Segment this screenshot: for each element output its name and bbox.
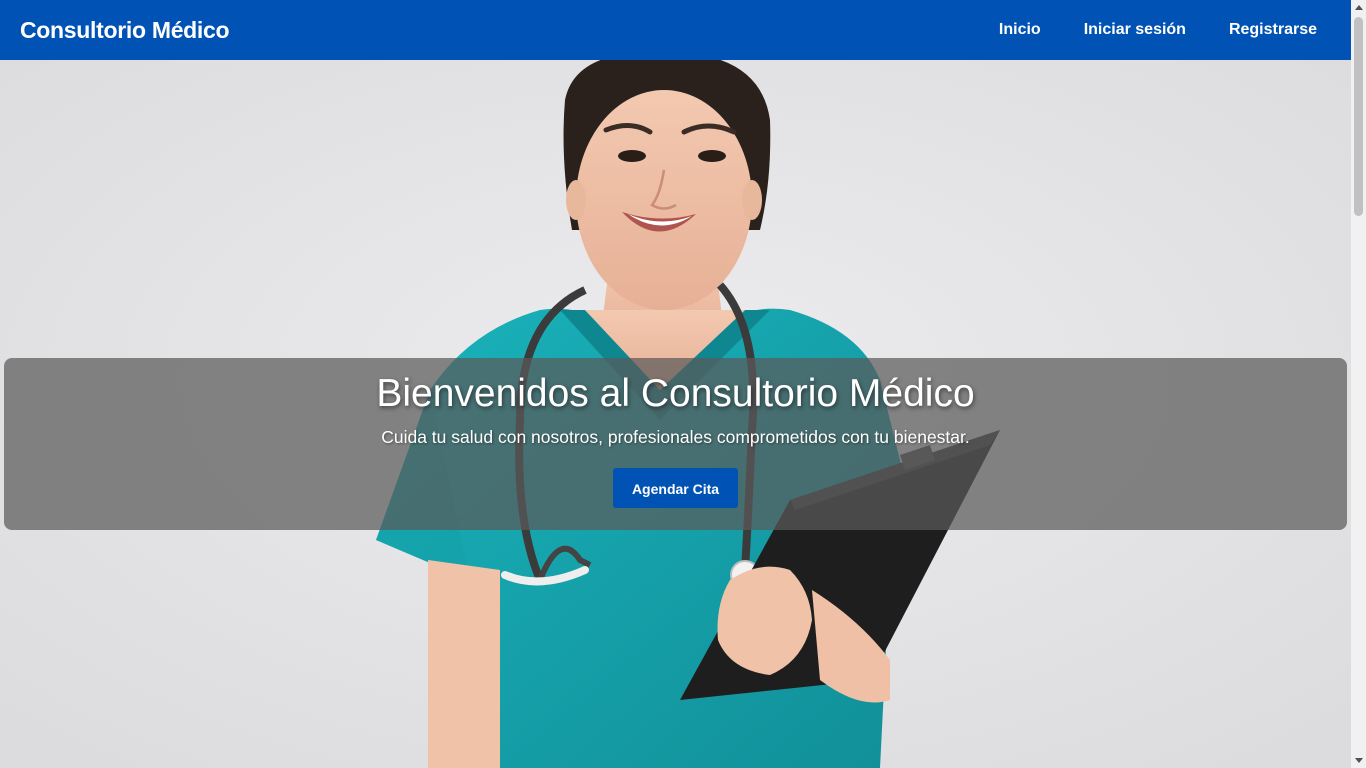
- agendar-cita-button[interactable]: Agendar Cita: [613, 468, 738, 508]
- page: Consultorio Médico Inicio Iniciar sesión…: [0, 0, 1366, 768]
- hero-overlay-band: Bienvenidos al Consultorio Médico Cuida …: [4, 358, 1347, 530]
- nav-link-iniciar-sesion[interactable]: Iniciar sesión: [1084, 21, 1186, 39]
- vertical-scrollbar[interactable]: [1351, 0, 1366, 768]
- brand-logo-text[interactable]: Consultorio Médico: [20, 17, 230, 44]
- nav-link-inicio[interactable]: Inicio: [999, 21, 1041, 39]
- nav-links: Inicio Iniciar sesión Registrarse: [956, 21, 1317, 39]
- hero-subtitle: Cuida tu salud con nosotros, profesional…: [381, 427, 970, 447]
- hero-title: Bienvenidos al Consultorio Médico: [376, 372, 975, 415]
- navbar: Consultorio Médico Inicio Iniciar sesión…: [0, 0, 1351, 60]
- chevron-up-icon[interactable]: [1351, 0, 1366, 15]
- chevron-down-icon[interactable]: [1351, 753, 1366, 768]
- hero-section: Bienvenidos al Consultorio Médico Cuida …: [0, 60, 1351, 768]
- scrollbar-thumb[interactable]: [1354, 17, 1363, 216]
- nav-link-registrarse[interactable]: Registrarse: [1229, 21, 1317, 39]
